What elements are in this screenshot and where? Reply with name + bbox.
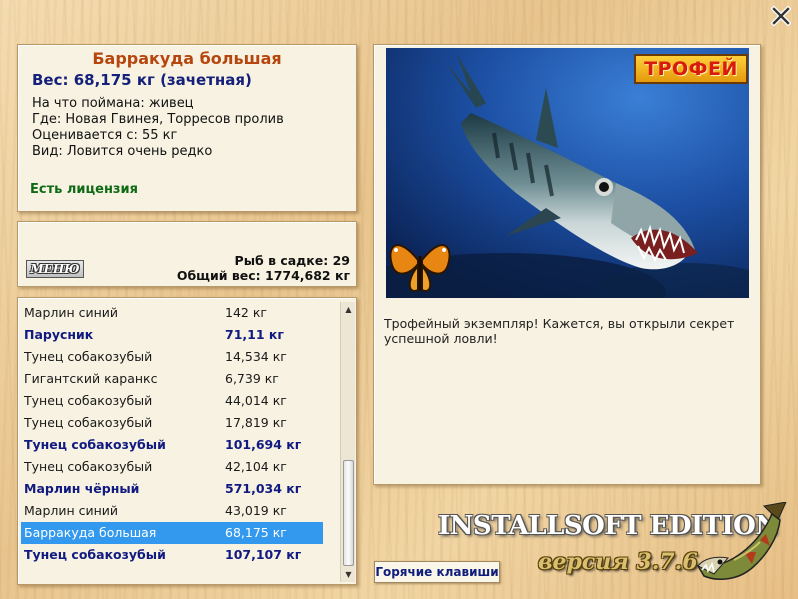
cage-stats-panel: МЕНЮ Рыб в садке: 29 Общий вес: 1774,682… (17, 221, 357, 287)
catch-fish-weight: 6,739 кг (225, 371, 279, 386)
scrollbar[interactable]: ▲ ▼ (340, 302, 355, 582)
trophy-message: Трофейный экземпляр! Кажется, вы открыли… (384, 316, 735, 346)
catch-fish-weight: 101,694 кг (225, 437, 302, 452)
catch-fish-name: Тунец собакозубый (24, 547, 166, 562)
catch-fish-weight: 17,819 кг (225, 415, 287, 430)
catch-fish-name: Барракуда большая (24, 525, 157, 540)
catch-fish-weight: 142 кг (225, 305, 267, 320)
catch-fish-weight: 71,11 кг (225, 327, 284, 342)
catch-fish-name: Тунец собакозубый (24, 437, 166, 452)
catch-fish-name: Марлин синий (24, 305, 119, 320)
catch-fish-weight: 14,534 кг (225, 349, 287, 364)
catch-fish-name: Тунец собакозубый (24, 349, 153, 364)
license-status: Есть лицензия (30, 182, 138, 197)
catch-row[interactable]: Тунец собакозубый 17,819 кг (21, 412, 323, 434)
trophy-panel: ТРОФЕЙ Трофейный экземпляр! Кажется, вы … (373, 44, 761, 485)
catch-row[interactable]: Марлин чёрный 571,034 кг (21, 478, 323, 500)
catch-fish-weight: 44,014 кг (225, 393, 287, 408)
close-icon[interactable] (771, 6, 791, 26)
catch-row[interactable]: Тунец собакозубый 107,107 кг (21, 544, 323, 566)
fish-weight: Вес: 68,175 кг (зачетная) (32, 71, 252, 89)
hotkeys-button[interactable]: Горячие клавиши (374, 561, 500, 583)
fish-title: Барракуда большая (92, 49, 282, 68)
catch-fish-weight: 571,034 кг (225, 481, 302, 496)
cage-stats: Рыб в садке: 29 Общий вес: 1774,682 кг (177, 253, 350, 283)
catch-row[interactable]: Тунец собакозубый 14,534 кг (21, 346, 323, 368)
fish-info-panel: Барракуда большая Вес: 68,175 кг (зачетн… (17, 44, 357, 212)
catch-fish-name: Гигантский каранкс (24, 371, 158, 386)
barracuda-photo (386, 48, 749, 298)
catch-row[interactable]: Гигантский каранкс 6,739 кг (21, 368, 323, 390)
rarity-line: Вид: Ловится очень редко (32, 144, 213, 159)
location-line: Где: Новая Гвинея, Торресов пролив (32, 112, 284, 127)
fish-count: Рыб в садке: 29 (234, 253, 350, 268)
trophy-badge: ТРОФЕЙ (634, 54, 748, 84)
catch-fish-weight: 43,019 кг (225, 503, 287, 518)
catch-row[interactable]: Тунец собакозубый 101,694 кг (21, 434, 323, 456)
version-label: версия 3.7.6 (538, 549, 698, 575)
scrollbar-thumb[interactable] (343, 460, 354, 566)
total-weight: Общий вес: 1774,682 кг (176, 268, 350, 283)
scroll-up-icon[interactable]: ▲ (341, 302, 356, 317)
scroll-down-icon[interactable]: ▼ (341, 567, 356, 582)
catch-fish-name: Марлин чёрный (24, 481, 140, 496)
pike-logo-icon (696, 502, 787, 581)
catch-row[interactable]: Марлин синий 142 кг (21, 302, 323, 324)
catch-fish-weight: 68,175 кг (225, 525, 287, 540)
catch-fish-weight: 107,107 кг (225, 547, 302, 562)
catch-row[interactable]: Марлин синий 43,019 кг (21, 500, 323, 522)
catch-fish-name: Тунец собакозубый (24, 415, 153, 430)
bait-line: На что поймана: живец (32, 96, 194, 111)
menu-button[interactable]: МЕНЮ (26, 260, 84, 278)
catch-row[interactable]: Тунец собакозубый 44,014 кг (21, 390, 323, 412)
catch-row[interactable]: Парусник 71,11 кг (21, 324, 323, 346)
catch-fish-name: Тунец собакозубый (24, 459, 153, 474)
catch-fish-name: Парусник (24, 327, 94, 342)
catch-row-selected[interactable]: Барракуда большая 68,175 кг (21, 522, 323, 544)
catch-fish-weight: 42,104 кг (225, 459, 287, 474)
catch-list: Марлин синий 142 кг Парусник 71,11 кг Тунец … (17, 297, 357, 585)
catch-fish-name: Тунец собакозубый (24, 393, 153, 408)
valuation-line: Оценивается с: 55 кг (32, 128, 178, 143)
catch-fish-name: Марлин синий (24, 503, 119, 518)
catch-row[interactable]: Тунец собакозубый 42,104 кг (21, 456, 323, 478)
